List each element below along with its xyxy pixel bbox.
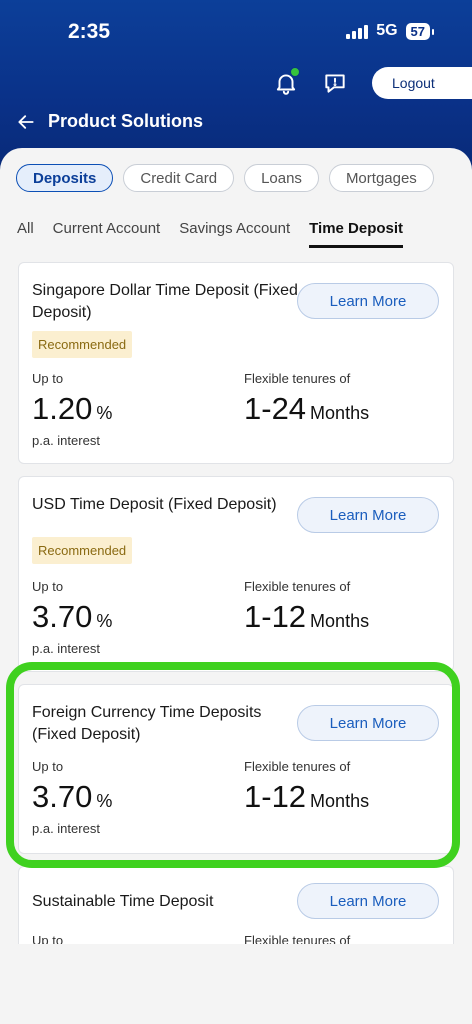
rate-unit: % xyxy=(96,611,113,631)
chip-mortgages[interactable]: Mortgages xyxy=(328,164,434,192)
category-chips: Deposits Credit Card Loans Mortgages xyxy=(16,164,434,192)
subcategory-tabs: All Current Account Savings Account Time… xyxy=(17,218,403,248)
product-title: Singapore Dollar Time Deposit (Fixed Dep… xyxy=(32,282,298,321)
status-bar-right: 5G 57 xyxy=(346,22,435,40)
tenure-prefix: Flexible tenures of xyxy=(244,371,351,386)
tenure: 1-24 Months xyxy=(244,391,369,427)
notification-dot xyxy=(290,67,300,77)
recommended-badge: Recommended xyxy=(32,331,133,358)
learn-more-button[interactable]: Learn More xyxy=(297,497,439,533)
tenure: 1-12 Months xyxy=(244,599,369,635)
rate-prefix: Up to xyxy=(32,579,64,594)
rate-value: 3.70 xyxy=(32,779,93,814)
chip-deposits[interactable]: Deposits xyxy=(16,164,114,192)
product-title: Sustainable Time Deposit xyxy=(32,893,214,910)
interest-rate: 1.20 % xyxy=(32,391,112,427)
learn-more-button[interactable]: Learn More xyxy=(297,283,439,319)
product-title: Foreign Currency Time Deposits (Fixed De… xyxy=(32,704,262,743)
tenure-value: 1-12 xyxy=(244,779,307,814)
tab-current-account[interactable]: Current Account xyxy=(53,218,161,248)
tenure-unit: Months xyxy=(310,791,370,811)
arrow-left-icon[interactable] xyxy=(16,112,36,132)
rate-suffix: p.a. interest xyxy=(32,641,100,656)
network-type: 5G xyxy=(376,22,398,39)
product-list[interactable]: Singapore Dollar Time Deposit (Fixed Dep… xyxy=(0,262,472,944)
tenure: 1-12 Months xyxy=(244,779,369,815)
rate-unit: % xyxy=(96,403,113,423)
product-card-usd-time-deposit: USD Time Deposit (Fixed Deposit) Learn M… xyxy=(18,476,454,672)
tenure-prefix: Flexible tenures of xyxy=(244,933,351,944)
chat-icon[interactable] xyxy=(322,70,348,96)
tenure-value: 1-24 xyxy=(244,391,307,426)
signal-icon xyxy=(346,23,369,39)
app-header: 2:35 5G 57 Logout Product Solutions xyxy=(0,0,472,170)
tenure-prefix: Flexible tenures of xyxy=(244,759,351,774)
chip-loans[interactable]: Loans xyxy=(244,164,319,192)
tab-savings-account[interactable]: Savings Account xyxy=(179,218,290,248)
learn-more-button[interactable]: Learn More xyxy=(297,705,439,741)
learn-more-button[interactable]: Learn More xyxy=(297,883,439,919)
chip-credit-card[interactable]: Credit Card xyxy=(123,164,235,192)
rate-suffix: p.a. interest xyxy=(32,433,100,448)
battery-icon: 57 xyxy=(405,22,435,40)
tab-time-deposit[interactable]: Time Deposit xyxy=(309,218,403,248)
rate-value: 3.70 xyxy=(32,599,93,634)
product-card-foreign-currency-time-deposits: Foreign Currency Time Deposits (Fixed De… xyxy=(18,684,454,854)
rate-suffix: p.a. interest xyxy=(32,821,100,836)
rate-unit: % xyxy=(96,791,113,811)
page-title: Product Solutions xyxy=(48,111,203,131)
rate-prefix: Up to xyxy=(32,371,64,386)
interest-rate: 3.70 % xyxy=(32,779,112,815)
product-card-sgd-time-deposit: Singapore Dollar Time Deposit (Fixed Dep… xyxy=(18,262,454,464)
rate-prefix: Up to xyxy=(32,933,64,944)
recommended-badge: Recommended xyxy=(32,537,133,564)
rate-value: 1.20 xyxy=(32,391,93,426)
tenure-value: 1-12 xyxy=(244,599,307,634)
interest-rate: 3.70 % xyxy=(32,599,112,635)
tenure-prefix: Flexible tenures of xyxy=(244,579,351,594)
tenure-unit: Months xyxy=(310,403,370,423)
status-time: 2:35 xyxy=(68,20,111,43)
logout-button[interactable]: Logout xyxy=(372,67,472,99)
product-title: USD Time Deposit (Fixed Deposit) xyxy=(32,496,277,513)
product-card-sustainable-time-deposit: Sustainable Time Deposit Learn More Up t… xyxy=(18,866,454,944)
tab-all[interactable]: All xyxy=(17,218,34,248)
rate-prefix: Up to xyxy=(32,759,64,774)
tenure-unit: Months xyxy=(310,611,370,631)
